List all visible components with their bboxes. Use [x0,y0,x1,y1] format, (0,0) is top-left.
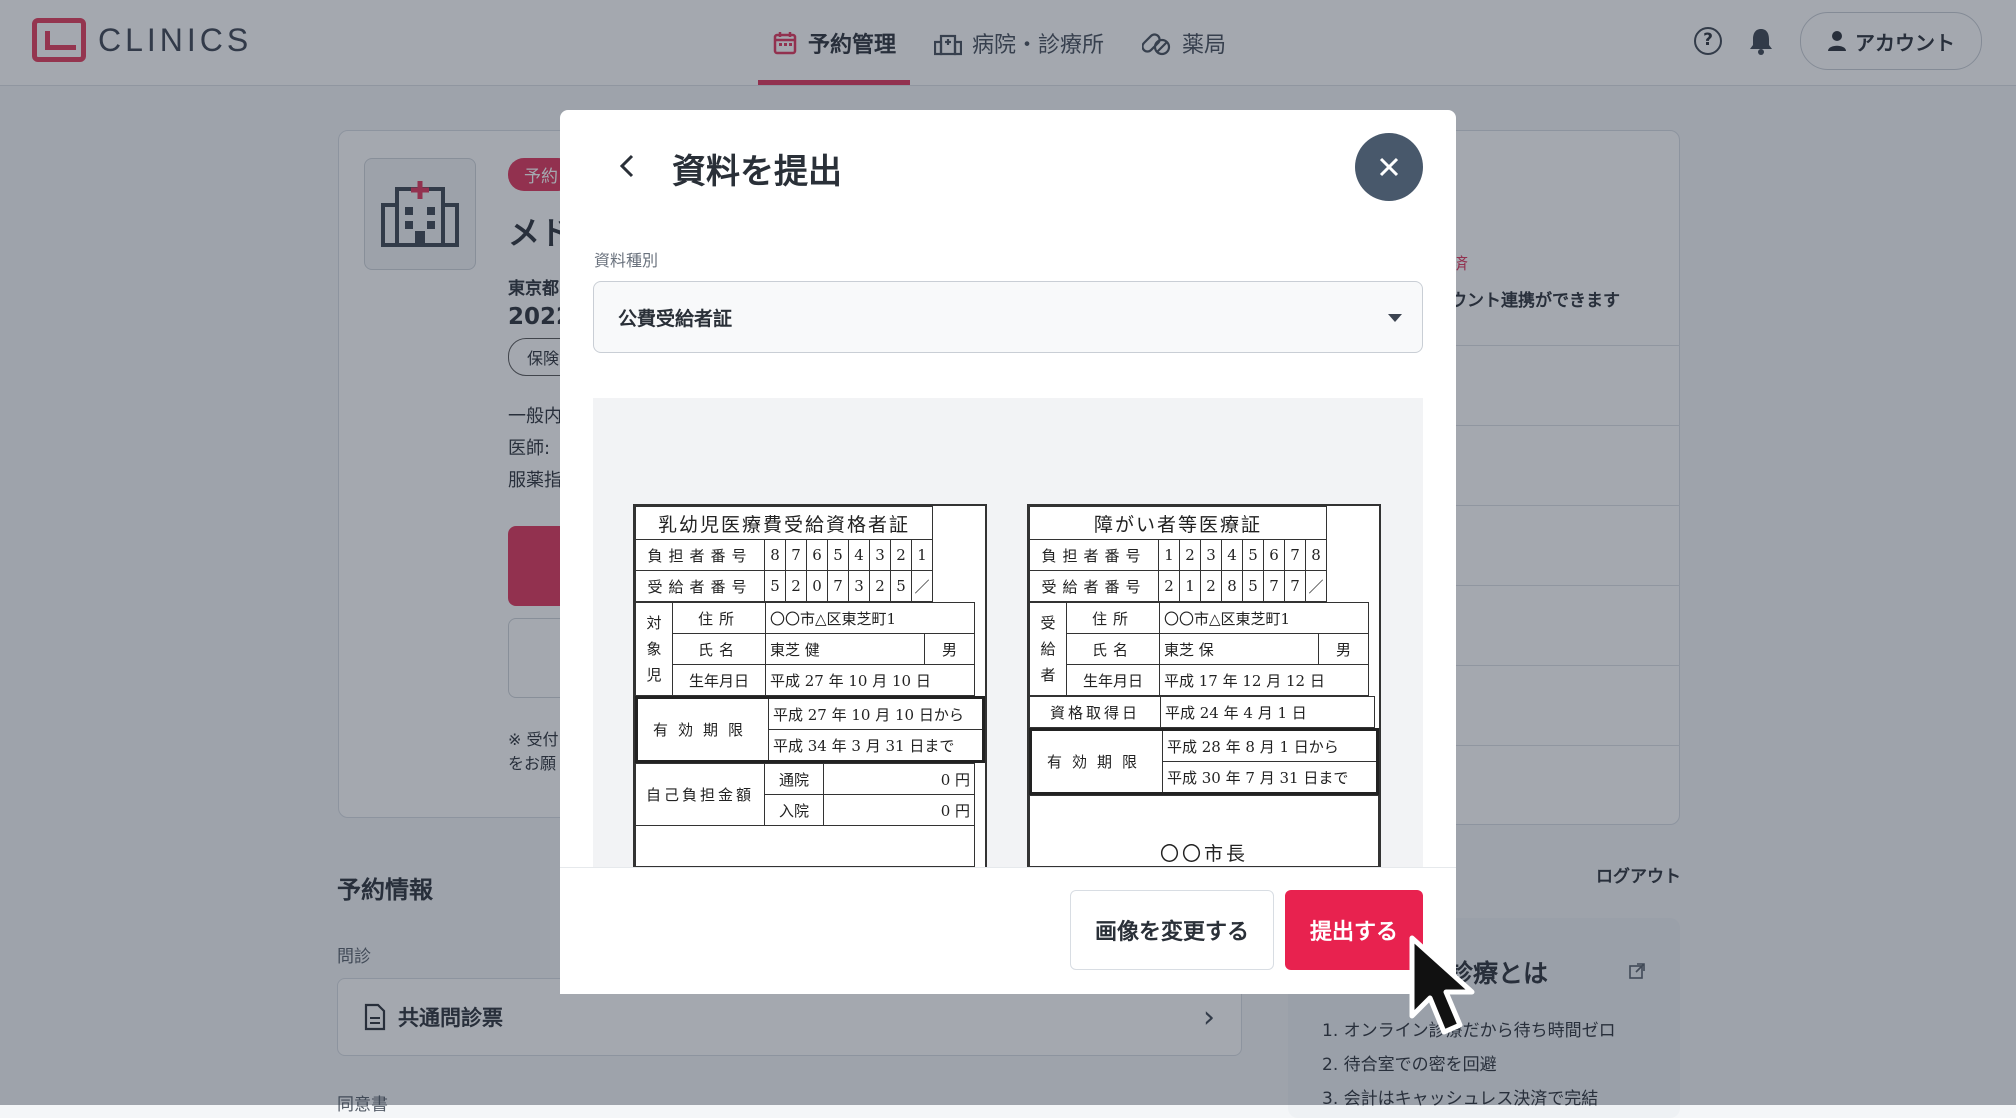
cert-value: 平成 28 年 8 月 1 日から [1162,729,1378,762]
cert-value: 平成 24 年 4 月 1 日 [1160,696,1375,728]
select-value: 公費受給者証 [618,307,733,330]
cert-digit: 5 [827,539,849,571]
cert-value: 平成 27 年 10 月 10 日 [765,664,975,696]
mouse-cursor-icon [1408,934,1488,1048]
cert-label: 氏名 [1066,633,1160,665]
cert-label: 生年月日 [1066,664,1160,696]
caret-down-icon [1388,314,1402,322]
cert-digit: 2 [869,570,891,602]
cert-value: 0 円 [823,794,975,826]
cert-value: 男 [924,633,975,665]
cert-value: 平成 30 年 7 月 31 日まで [1162,761,1378,794]
cert-digit: 0 [806,570,828,602]
change-image-button[interactable]: 画像を変更する [1070,890,1274,970]
document-type-select[interactable]: 公費受給者証 [593,281,1423,353]
cert-digit: 2 [1158,570,1180,602]
cert-digit: 3 [869,539,891,571]
close-button[interactable] [1355,133,1423,201]
cert-digit: 5 [1242,539,1264,571]
cert-digit: 5 [890,570,912,602]
cert-title: 障がい者等医療証 [1029,506,1327,540]
cert-digit: 3 [848,570,870,602]
certificate-right: 障がい者等医療証 負担者番号 1 2 3 4 5 6 7 8 受給者番号 2 1… [1027,504,1381,867]
certificate-left: 乳幼児医療費受給資格者証 負担者番号 8 7 6 5 4 3 2 1 受給者番号… [633,504,987,867]
cert-label: 生年月日 [672,664,766,696]
cert-digit: 8 [1221,570,1243,602]
cert-digit: 6 [806,539,828,571]
close-icon [1379,157,1399,177]
cert-digit: 2 [1200,570,1222,602]
cert-label: 有効期限 [636,697,769,762]
cert-value: 平成 27 年 10 月 10 日から [768,697,984,730]
document-type-label: 資料種別 [594,251,659,270]
cert-label: 負担者番号 [635,539,765,571]
document-image-preview: 乳幼児医療費受給資格者証 負担者番号 8 7 6 5 4 3 2 1 受給者番号… [593,398,1423,867]
cert-label: 受給者番号 [1029,570,1159,602]
cert-digit: 8 [1305,539,1327,571]
cert-value: 平成 34 年 3 月 31 日まで [768,729,984,762]
chevron-left-icon [619,154,634,178]
cert-label: 受給者番号 [635,570,765,602]
cert-label: 住所 [1066,602,1160,634]
cert-label: 有効期限 [1030,729,1163,794]
cert-digit: 5 [764,570,786,602]
cert-label: 資格取得日 [1029,696,1161,728]
cert-digit: 7 [1284,570,1306,602]
cert-digit: 7 [1284,539,1306,571]
cert-value: 0 円 [823,763,975,795]
modal-title: 資料を提出 [672,152,842,192]
cert-value: 〇〇市△区東芝町1 [1159,602,1369,634]
cert-title: 乳幼児医療費受給資格者証 [635,506,933,540]
cert-digit: 4 [1221,539,1243,571]
cert-digit: 7 [1263,570,1285,602]
cert-label: 入院 [764,794,824,826]
cert-digit: 7 [785,539,807,571]
cert-footer [635,825,975,867]
cert-label: 通院 [764,763,824,795]
back-button[interactable] [612,148,642,184]
cert-value: 東芝 健 [765,633,925,665]
cert-digit: 4 [848,539,870,571]
cert-label: 住所 [672,602,766,634]
cert-value: 〇〇市△区東芝町1 [765,602,975,634]
cert-label: 自己負担金額 [635,763,765,826]
cert-label: 負担者番号 [1029,539,1159,571]
cert-digit: 1 [1179,570,1201,602]
cert-digit: 5 [1242,570,1264,602]
submit-button[interactable]: 提出する [1285,890,1423,970]
cert-digit: 3 [1200,539,1222,571]
cert-digit: 1 [1158,539,1180,571]
cert-digit: 1 [911,539,933,571]
cert-digit: 6 [1263,539,1285,571]
cert-value: 男 [1318,633,1369,665]
cert-label: 氏名 [672,633,766,665]
cert-value: 東芝 保 [1159,633,1319,665]
cert-digit: 2 [1179,539,1201,571]
cert-digit: 2 [785,570,807,602]
cert-value: 平成 17 年 12 月 12 日 [1159,664,1369,696]
cert-digit: 7 [827,570,849,602]
cert-subject-label: 対象児 [635,602,673,696]
cert-slash: ／ [911,570,933,602]
cert-slash: ／ [1305,570,1327,602]
cert-digit: 8 [764,539,786,571]
cert-subject-label: 受給者 [1029,602,1067,696]
cert-issuer: 〇〇市長 [1029,795,1379,867]
cert-digit: 2 [890,539,912,571]
